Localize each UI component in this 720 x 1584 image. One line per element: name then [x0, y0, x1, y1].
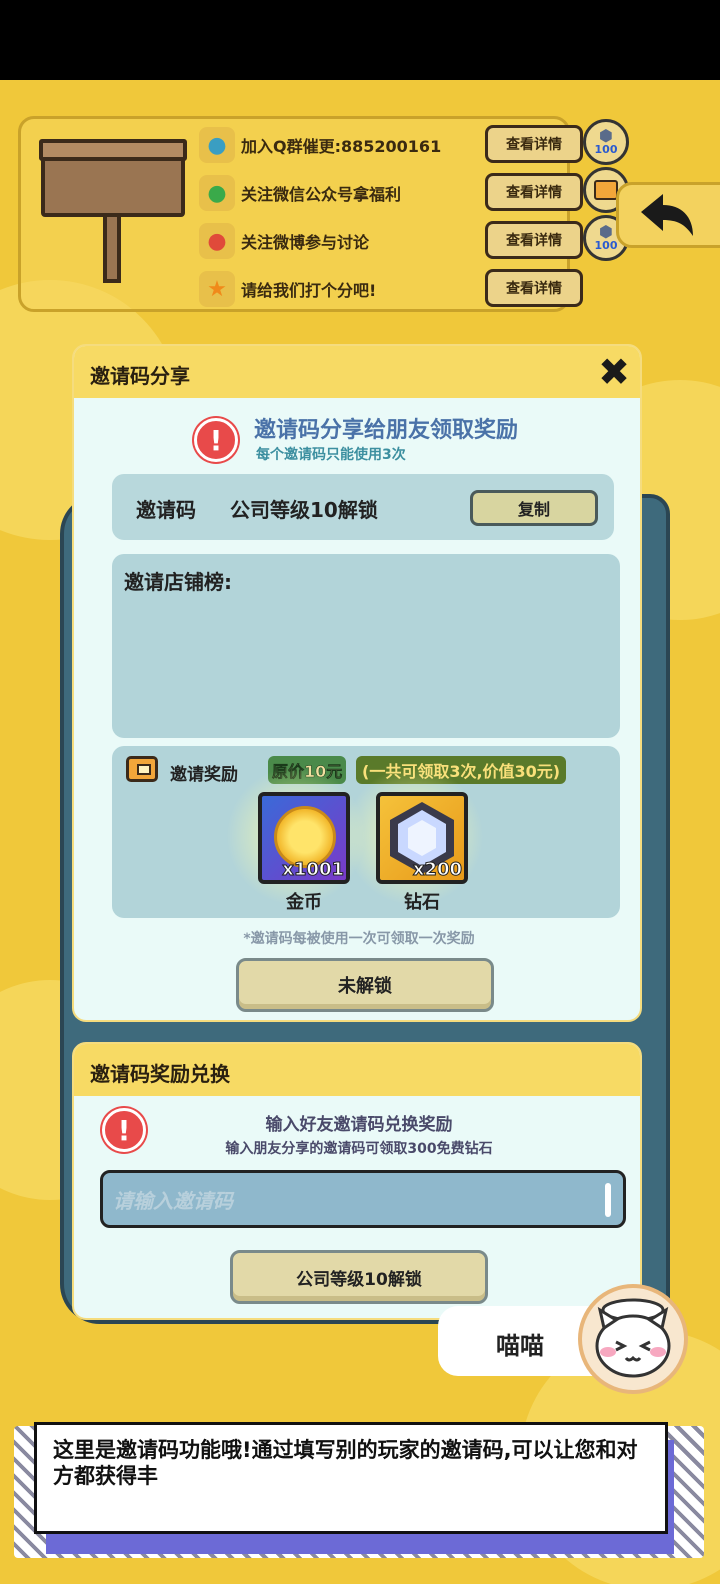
notice-subtitle: 输入朋友分享的邀请码可领取300免费钻石 [225, 1141, 493, 1157]
diamond-item: x200 [376, 792, 468, 884]
notice-subtitle: 每个邀请码只能使用3次 [256, 447, 406, 463]
dialog-title: 邀请码奖励兑换 [90, 1062, 230, 1086]
view-details-button[interactable]: 查看详情 [485, 125, 583, 163]
social-row-wechat: ● 关注微信公众号拿福利 查看详情 [199, 167, 629, 213]
dialog-header: 邀请码奖励兑换 [74, 1044, 640, 1096]
view-details-button[interactable]: 查看详情 [485, 221, 583, 259]
copy-button[interactable]: 复制 [470, 490, 598, 526]
diamond-icon: ⬢ [599, 126, 613, 145]
social-label: 请给我们打个分吧! [241, 281, 377, 300]
ranking-title: 邀请店铺榜: [124, 570, 232, 594]
dialog-title: 邀请码分享 [90, 364, 190, 388]
cat-avatar[interactable] [578, 1284, 688, 1394]
reward-label: 邀请奖励 [170, 765, 238, 785]
warning-icon: ! [194, 418, 238, 462]
notice-title: 输入好友邀请码兑换奖励 [265, 1115, 453, 1135]
invite-redeem-dialog: 邀请码奖励兑换 ! 输入好友邀请码兑换奖励 输入朋友分享的邀请码可领取300免费… [72, 1042, 642, 1320]
invite-code-input[interactable]: 请输入邀请码 [100, 1170, 626, 1228]
status-bar [0, 0, 720, 80]
view-details-button[interactable]: 查看详情 [485, 269, 583, 307]
diamond-reward-badge: ⬢ 100 [583, 119, 629, 165]
diamond-icon: ⬢ [599, 222, 613, 241]
invite-code-label: 邀请码 [136, 498, 196, 522]
social-row-weibo: ● 关注微博参与讨论 查看详情 ⬢ 100 [199, 215, 629, 261]
item-name: 钻石 [404, 892, 440, 913]
back-arrow-icon [641, 194, 693, 236]
cat-face-icon [595, 1298, 671, 1378]
signboard [39, 139, 187, 293]
invite-ranking-box: 邀请店铺榜: [112, 554, 620, 738]
notice-title: 邀请码分享给朋友领取奖励 [254, 418, 519, 443]
reward-footnote: *邀请码每被使用一次可领取一次奖励 [243, 931, 475, 947]
back-button[interactable] [616, 182, 720, 248]
speaker-name: 喵喵 [496, 1332, 544, 1360]
social-panel: ● 加入Q群催更:885200161 查看详情 ⬢ 100 ● 关注微信公众号拿… [18, 116, 629, 312]
invite-reward-box: 邀请奖励 原价10元 (一共可领取3次,价值30元) x1001 金币 x200… [112, 746, 620, 918]
tutorial-dialog[interactable]: 这里是邀请码功能哦!通过填写别的玩家的邀请码,可以让您和对方都获得丰 [34, 1422, 668, 1534]
close-icon[interactable]: ✖ [594, 352, 634, 392]
dialog-header: 邀请码分享 ✖ [74, 346, 640, 398]
reward-amount: 100 [594, 239, 618, 252]
item-name: 金币 [286, 892, 322, 913]
social-label: 加入Q群催更:885200161 [241, 137, 442, 156]
invite-share-dialog: 邀请码分享 ✖ ! 邀请码分享给朋友领取奖励 每个邀请码只能使用3次 邀请码 公… [72, 344, 642, 1022]
reward-amount: 100 [594, 143, 618, 156]
social-label: 关注微信公众号拿福利 [241, 185, 402, 204]
view-details-button[interactable]: 查看详情 [485, 173, 583, 211]
qq-icon: ● [199, 127, 235, 163]
wechat-icon: ● [199, 175, 235, 211]
text-cursor [605, 1183, 611, 1217]
invite-code-value: 公司等级10解锁 [230, 498, 378, 522]
star-icon: ★ [199, 271, 235, 307]
weibo-icon: ● [199, 223, 235, 259]
invite-code-box: 邀请码 公司等级10解锁 复制 [112, 474, 614, 540]
gold-coin-item: x1001 [258, 792, 350, 884]
social-row-rate: ★ 请给我们打个分吧! 查看详情 [199, 269, 599, 309]
social-row-qq: ● 加入Q群催更:885200161 查看详情 ⬢ 100 [199, 119, 629, 165]
input-placeholder: 请输入邀请码 [113, 1188, 233, 1213]
chest-icon [594, 180, 618, 200]
item-count: x1001 [282, 859, 345, 881]
signboard-post [103, 213, 121, 283]
social-label: 关注微博参与讨论 [241, 233, 370, 252]
item-count: x200 [412, 859, 462, 881]
tutorial-text: 这里是邀请码功能哦!通过填写别的玩家的邀请码,可以让您和对方都获得丰 [53, 1438, 638, 1488]
signboard-plank-top [39, 139, 187, 161]
chest-icon [126, 756, 158, 782]
redeem-button[interactable]: 公司等级10解锁 [230, 1250, 488, 1304]
unlock-button[interactable]: 未解锁 [236, 958, 494, 1012]
